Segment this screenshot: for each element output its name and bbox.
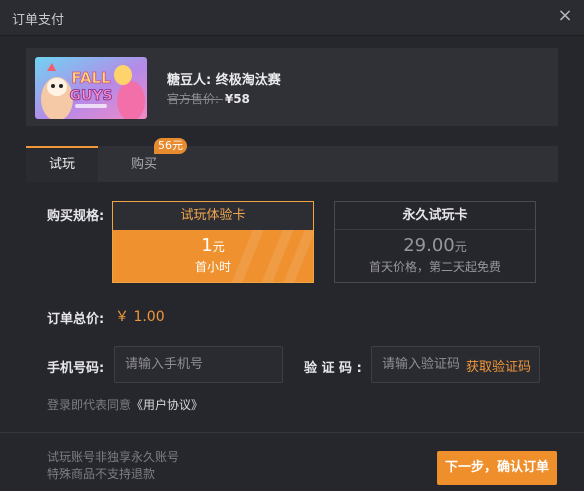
svg-text:FALL: FALL xyxy=(71,69,111,87)
product-card: FALL GUYS 糖豆人: 终极淘汰赛 官方售价: ¥58 xyxy=(26,48,558,126)
spec-option-price: 1 xyxy=(201,235,213,256)
original-price-label: 官方售价: xyxy=(167,92,223,106)
code-label: 验 证 码 : xyxy=(304,361,362,376)
footer-notes: 试玩账号非独享永久账号 特殊商品不支持退款 xyxy=(47,449,179,483)
spec-option-title: 试玩体验卡 xyxy=(113,202,313,230)
tab-trial[interactable]: 试玩 xyxy=(26,146,98,182)
spec-option-unit: 元 xyxy=(454,240,467,254)
original-price: ¥58 xyxy=(224,92,250,106)
spec-option-price: 29.00 xyxy=(403,235,455,256)
total-value: ￥ 1.00 xyxy=(115,309,165,325)
svg-text:GUYS: GUYS xyxy=(69,88,112,104)
buy-price-badge: 56元 xyxy=(154,138,187,154)
game-title: 糖豆人: 终极淘汰赛 xyxy=(167,73,281,88)
note-line: 特殊商品不支持退款 xyxy=(47,467,156,481)
next-confirm-order-button[interactable]: 下一步，确认订单 xyxy=(437,451,557,485)
phone-input[interactable] xyxy=(114,346,283,383)
footer-divider xyxy=(0,432,584,433)
spec-option-unit: 元 xyxy=(212,240,225,254)
spec-option-body: 1元 首小时 xyxy=(113,230,313,282)
spec-option-desc: 首小时 xyxy=(194,260,231,274)
get-code-button[interactable]: 获取验证码 xyxy=(466,356,531,375)
spec-option-trial-card[interactable]: 试玩体验卡 1元 首小时 xyxy=(112,201,314,283)
title-bar: 订单支付 × xyxy=(0,0,584,36)
total-label: 订单总价: xyxy=(47,312,105,327)
spec-label: 购买规格: xyxy=(47,209,105,224)
purchase-mode-tabs: 试玩 购买 56元 xyxy=(26,138,558,182)
game-cover-image: FALL GUYS xyxy=(35,57,147,119)
spec-option-permanent-card[interactable]: 永久试玩卡 29.00元 首天价格，第二天起免费 xyxy=(334,201,536,283)
spec-option-desc: 首天价格，第二天起免费 xyxy=(368,260,501,274)
agreement-notice: 登录即代表同意《用户协议》 xyxy=(47,396,203,413)
window-title: 订单支付 xyxy=(12,13,65,28)
user-agreement-link[interactable]: 《用户协议》 xyxy=(131,398,203,412)
spec-option-title: 永久试玩卡 xyxy=(335,202,535,230)
note-line: 试玩账号非独享永久账号 xyxy=(47,450,180,464)
original-price-row: 官方售价: ¥58 xyxy=(167,90,250,107)
agreement-prefix: 登录即代表同意 xyxy=(47,398,132,412)
close-icon[interactable]: × xyxy=(556,7,574,25)
phone-label: 手机号码: xyxy=(47,361,105,376)
